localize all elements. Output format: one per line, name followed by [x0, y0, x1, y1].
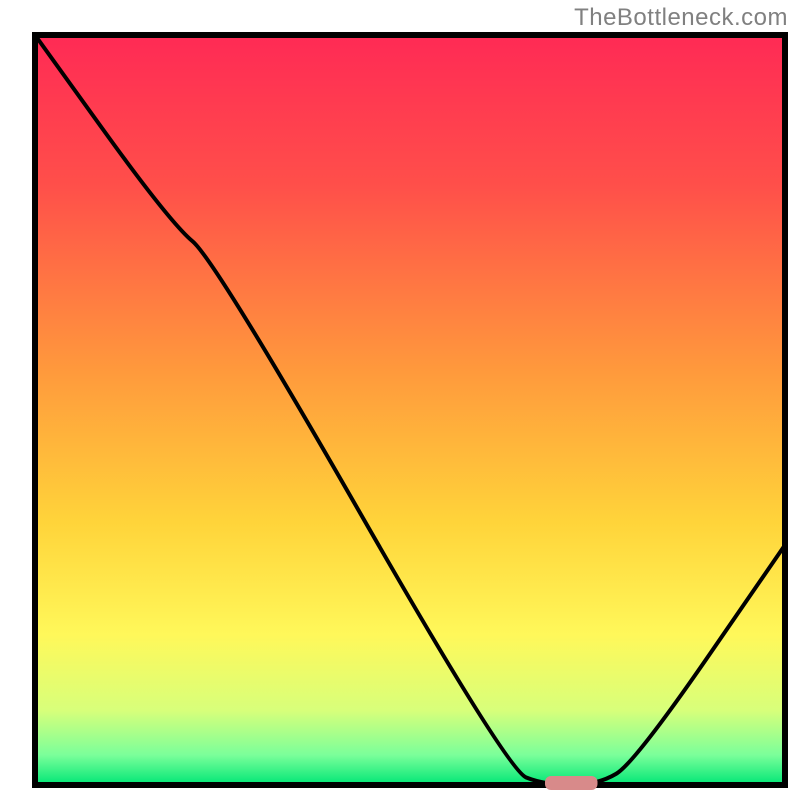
optimal-marker — [545, 776, 598, 790]
bottleneck-chart — [0, 0, 800, 800]
watermark-text: TheBottleneck.com — [574, 4, 788, 32]
plot-background — [35, 35, 785, 785]
chart-frame: TheBottleneck.com — [0, 0, 800, 800]
